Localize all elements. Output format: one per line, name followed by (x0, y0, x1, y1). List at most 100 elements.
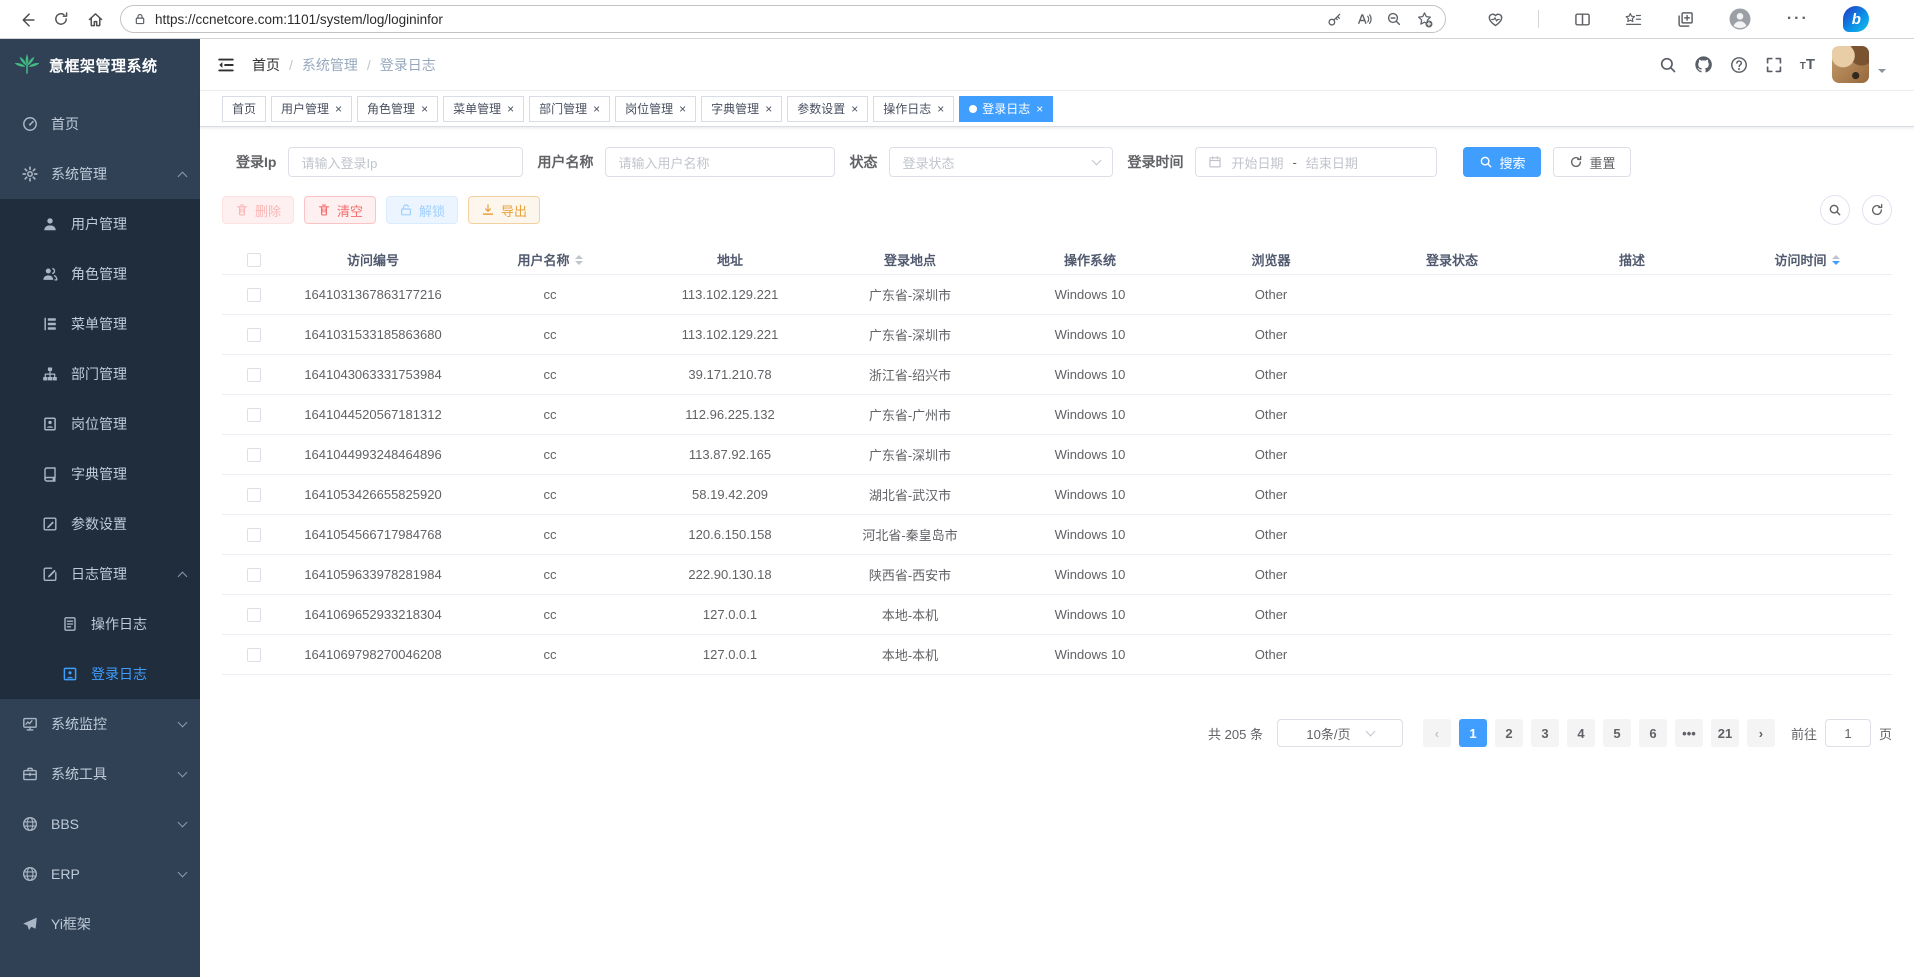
page-button-6[interactable]: 6 (1639, 719, 1667, 747)
status-select[interactable]: 登录状态 (889, 147, 1113, 177)
sidebar-item-dept[interactable]: 部门管理 (0, 349, 200, 399)
sidebar-fold-icon[interactable] (200, 39, 252, 91)
close-icon[interactable]: × (679, 103, 686, 115)
row-checkbox[interactable] (247, 648, 261, 662)
close-icon[interactable]: × (937, 103, 944, 115)
help-icon[interactable] (1730, 56, 1748, 74)
sidebar-item-bbs[interactable]: BBS (0, 799, 200, 849)
sidebar-item-home[interactable]: 首页 (0, 99, 200, 149)
back-icon[interactable] (10, 4, 44, 34)
export-button[interactable]: 导出 (468, 196, 540, 224)
url-text[interactable]: https://ccnetcore.com:1101/system/log/lo… (155, 12, 1327, 27)
username-input[interactable]: 请输入用户名称 (605, 147, 835, 177)
close-icon[interactable]: × (1036, 103, 1043, 115)
delete-button[interactable]: 删除 (222, 196, 294, 224)
sidebar-item-tools[interactable]: 系统工具 (0, 749, 200, 799)
favorites-bar-icon[interactable] (1625, 11, 1642, 28)
row-checkbox[interactable] (247, 568, 261, 582)
unlock-button[interactable]: 解锁 (386, 196, 458, 224)
page-size-select[interactable]: 10条/页 (1277, 719, 1403, 747)
password-key-icon[interactable] (1327, 12, 1342, 27)
sidebar-item-yi[interactable]: Yi框架 (0, 899, 200, 949)
close-icon[interactable]: × (765, 103, 772, 115)
app-logo[interactable]: 意框架管理系统 (0, 39, 200, 91)
row-checkbox[interactable] (247, 528, 261, 542)
copilot-icon[interactable]: b (1843, 6, 1869, 32)
next-page-button[interactable]: › (1747, 719, 1775, 747)
home-icon[interactable] (78, 4, 112, 34)
tab-角色管理[interactable]: 角色管理× (357, 96, 438, 122)
refresh-table-button[interactable] (1862, 195, 1892, 225)
user-avatar[interactable] (1832, 46, 1869, 83)
close-icon[interactable]: × (335, 103, 342, 115)
close-icon[interactable]: × (507, 103, 514, 115)
text-size-icon[interactable]: TT (1800, 56, 1815, 73)
tab-字典管理[interactable]: 字典管理× (701, 96, 782, 122)
page-button-21[interactable]: 21 (1711, 719, 1739, 747)
favorite-add-icon[interactable] (1416, 11, 1433, 28)
tab-用户管理[interactable]: 用户管理× (271, 96, 352, 122)
date-range-picker[interactable]: 开始日期 - 结束日期 (1195, 147, 1437, 177)
sidebar-item-menu[interactable]: 菜单管理 (0, 299, 200, 349)
page-button-3[interactable]: 3 (1531, 719, 1559, 747)
row-checkbox[interactable] (247, 288, 261, 302)
row-checkbox[interactable] (247, 368, 261, 382)
tab-操作日志[interactable]: 操作日志× (873, 96, 954, 122)
ip-input[interactable]: 请输入登录Ip (288, 147, 523, 177)
sidebar-item-oper-log[interactable]: 操作日志 (0, 599, 200, 649)
sidebar-item-log-mgr[interactable]: 日志管理 (0, 549, 200, 599)
breadcrumb-home[interactable]: 首页 (252, 55, 280, 75)
tab-参数设置[interactable]: 参数设置× (787, 96, 868, 122)
page-button-1[interactable]: 1 (1459, 719, 1487, 747)
sidebar-item-user[interactable]: 用户管理 (0, 199, 200, 249)
tab-岗位管理[interactable]: 岗位管理× (615, 96, 696, 122)
search-button[interactable]: 搜索 (1463, 147, 1541, 177)
zoom-out-icon[interactable] (1386, 11, 1402, 27)
page-ellipsis[interactable]: ••• (1675, 719, 1703, 747)
close-icon[interactable]: × (421, 103, 428, 115)
breadcrumb-system[interactable]: 系统管理 (302, 55, 358, 75)
row-checkbox[interactable] (247, 328, 261, 342)
clear-button[interactable]: 清空 (304, 196, 376, 224)
tab-部门管理[interactable]: 部门管理× (529, 96, 610, 122)
sidebar-item-role[interactable]: 角色管理 (0, 249, 200, 299)
row-checkbox[interactable] (247, 448, 261, 462)
close-icon[interactable]: × (593, 103, 600, 115)
collections-icon[interactable] (1677, 11, 1694, 28)
fullscreen-icon[interactable] (1765, 56, 1783, 74)
github-icon[interactable] (1694, 55, 1713, 74)
reset-button[interactable]: 重置 (1553, 147, 1631, 177)
more-menu-icon[interactable]: ··· (1787, 10, 1809, 28)
toggle-search-button[interactable] (1820, 195, 1850, 225)
select-all-checkbox[interactable] (247, 253, 261, 267)
read-aloud-icon[interactable] (1356, 11, 1372, 27)
sidebar-item-login-log[interactable]: 登录日志 (0, 649, 200, 699)
browser-essentials-icon[interactable] (1487, 11, 1504, 28)
browser-profile-icon[interactable] (1728, 7, 1752, 31)
page-button-4[interactable]: 4 (1567, 719, 1595, 747)
search-icon[interactable] (1659, 56, 1677, 74)
prev-page-button[interactable]: ‹ (1423, 719, 1451, 747)
sort-caret[interactable] (1832, 255, 1840, 265)
sidebar-item-param[interactable]: 参数设置 (0, 499, 200, 549)
sort-caret[interactable] (575, 255, 583, 265)
address-bar[interactable]: https://ccnetcore.com:1101/system/log/lo… (120, 5, 1446, 33)
sidebar-item-post[interactable]: 岗位管理 (0, 399, 200, 449)
reload-icon[interactable] (44, 4, 78, 34)
tab-首页[interactable]: 首页 (222, 96, 266, 122)
sidebar-item-erp[interactable]: ERP (0, 849, 200, 899)
avatar-caret-icon[interactable] (1878, 69, 1886, 77)
row-checkbox[interactable] (247, 608, 261, 622)
sidebar-item-dict[interactable]: 字典管理 (0, 449, 200, 499)
goto-page-input[interactable]: 1 (1825, 719, 1871, 747)
row-checkbox[interactable] (247, 488, 261, 502)
close-icon[interactable]: × (851, 103, 858, 115)
sidebar-item-monitor[interactable]: 系统监控 (0, 699, 200, 749)
page-button-2[interactable]: 2 (1495, 719, 1523, 747)
tab-登录日志[interactable]: 登录日志× (959, 96, 1053, 122)
page-button-5[interactable]: 5 (1603, 719, 1631, 747)
tab-菜单管理[interactable]: 菜单管理× (443, 96, 524, 122)
split-screen-icon[interactable] (1574, 11, 1591, 28)
row-checkbox[interactable] (247, 408, 261, 422)
sidebar-item-system[interactable]: 系统管理 (0, 149, 200, 199)
